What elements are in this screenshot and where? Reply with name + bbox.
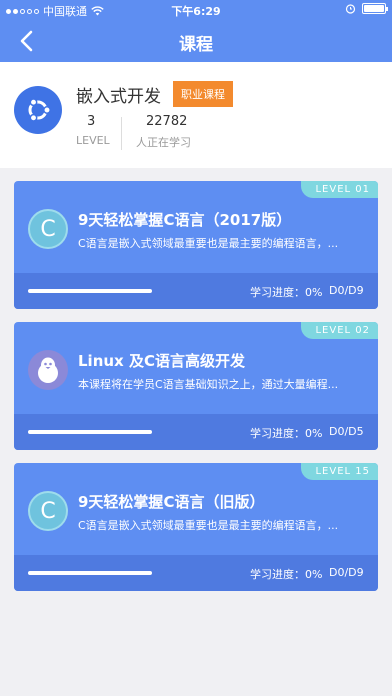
progress-count: D0/D9 bbox=[329, 566, 364, 579]
learners-value: 22782 bbox=[146, 114, 188, 129]
progress-label: 学习进度：0% bbox=[250, 427, 323, 440]
course-card[interactable]: LEVEL 01 C 9天轻松掌握C语言（2017版） C语言是嵌入式领域最重要… bbox=[14, 181, 378, 309]
learners-stat: 22782 人正在学习 bbox=[136, 114, 191, 150]
progress-bar bbox=[28, 289, 152, 293]
course-card-desc: C语言是嵌入式领域最重要也是最主要的编程语言，... bbox=[78, 237, 339, 250]
linux-icon bbox=[28, 350, 68, 390]
course-card-title: Linux 及C语言高级开发 bbox=[78, 352, 245, 370]
battery-icon bbox=[362, 3, 388, 14]
course-card[interactable]: LEVEL 15 C 9天轻松掌握C语言（旧版） C语言是嵌入式领域最重要也是最… bbox=[14, 463, 378, 591]
level-label: LEVEL bbox=[76, 134, 110, 147]
progress-bar bbox=[28, 430, 152, 434]
status-time: 下午6:29 bbox=[171, 5, 221, 18]
level-value: 3 bbox=[87, 114, 96, 129]
level-tag: LEVEL 01 bbox=[301, 181, 378, 198]
progress-count: D0/D9 bbox=[329, 284, 364, 297]
progress-label: 学习进度：0% bbox=[250, 568, 323, 581]
level-tag: LEVEL 02 bbox=[301, 322, 378, 339]
level-stat: 3 LEVEL bbox=[76, 114, 110, 147]
progress-count: D0/D5 bbox=[329, 425, 364, 438]
course-card-desc: 本课程将在学员C语言基础知识之上，通过大量编程... bbox=[78, 378, 339, 391]
status-bar: 中国联通 下午6:29 bbox=[0, 0, 392, 20]
career-course-badge[interactable]: 职业课程 bbox=[173, 81, 233, 107]
course-card[interactable]: LEVEL 02 Linux 及C语言高级开发 本课程将在学员C语言基础知识之上… bbox=[14, 322, 378, 450]
c-language-icon: C bbox=[28, 209, 68, 249]
ubuntu-logo-icon bbox=[14, 86, 62, 134]
course-header: 嵌入式开发 职业课程 3 LEVEL 22782 人正在学习 bbox=[0, 62, 392, 168]
alarm-icon bbox=[345, 4, 356, 14]
learners-label: 人正在学习 bbox=[136, 136, 191, 149]
course-card-title: 9天轻松掌握C语言（旧版） bbox=[78, 493, 265, 511]
level-tag: LEVEL 15 bbox=[301, 463, 378, 480]
c-language-icon: C bbox=[28, 491, 68, 531]
progress-bar bbox=[28, 571, 152, 575]
course-title: 嵌入式开发 bbox=[76, 87, 161, 107]
course-card-footer: 学习进度：0% D0/D9 bbox=[14, 555, 378, 591]
course-card-desc: C语言是嵌入式领域最重要也是最主要的编程语言，... bbox=[78, 519, 339, 532]
course-card-footer: 学习进度：0% D0/D5 bbox=[14, 414, 378, 450]
status-right bbox=[345, 3, 388, 14]
progress-label: 学习进度：0% bbox=[250, 286, 323, 299]
course-card-footer: 学习进度：0% D0/D9 bbox=[14, 273, 378, 309]
navigation-bar: 课程 bbox=[0, 20, 392, 62]
page-title: 课程 bbox=[179, 35, 213, 55]
course-card-title: 9天轻松掌握C语言（2017版） bbox=[78, 211, 292, 229]
stat-divider bbox=[121, 117, 122, 150]
